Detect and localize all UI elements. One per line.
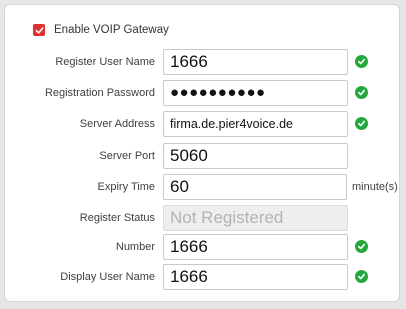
expiry-time-unit: minute(s) bbox=[352, 181, 398, 193]
register-user-name-input[interactable]: 1666 bbox=[163, 49, 348, 75]
register-user-name-label: Register User Name bbox=[55, 56, 155, 68]
server-address-label: Server Address bbox=[79, 118, 155, 130]
register-status-field: Not Registered bbox=[163, 205, 348, 231]
server-port-input[interactable]: 5060 bbox=[163, 143, 348, 169]
expiry-time-row: Expiry Time 60 minute(s) bbox=[5, 174, 401, 200]
server-port-label: Server Port bbox=[99, 150, 155, 162]
display-user-name-row: Display User Name 1666 bbox=[5, 264, 401, 290]
expiry-time-label: Expiry Time bbox=[97, 181, 155, 193]
enable-voip-label: Enable VOIP Gateway bbox=[54, 24, 169, 36]
server-port-row: Server Port 5060 bbox=[5, 143, 401, 169]
enable-voip-row[interactable]: Enable VOIP Gateway bbox=[33, 24, 169, 36]
display-user-name-input[interactable]: 1666 bbox=[163, 264, 348, 290]
number-input[interactable]: 1666 bbox=[163, 234, 348, 260]
registration-password-input[interactable]: ●●●●●●●●●● bbox=[163, 80, 348, 106]
registration-password-label: Registration Password bbox=[44, 87, 155, 99]
display-user-name-label: Display User Name bbox=[60, 271, 155, 283]
server-address-row: Server Address firma.de.pier4voice.de bbox=[5, 111, 401, 137]
register-user-name-row: Register User Name 1666 bbox=[5, 49, 401, 75]
number-label: Number bbox=[115, 241, 155, 253]
registration-password-row: Registration Password ●●●●●●●●●● bbox=[5, 80, 401, 106]
number-row: Number 1666 bbox=[5, 234, 401, 260]
enable-voip-checkbox[interactable] bbox=[33, 24, 45, 36]
register-status-row: Register Status Not Registered bbox=[5, 205, 401, 231]
checkmark-icon bbox=[35, 26, 43, 34]
expiry-time-input[interactable]: 60 bbox=[163, 174, 347, 200]
check-circle-icon bbox=[355, 86, 368, 99]
check-circle-icon bbox=[355, 55, 368, 68]
check-circle-icon bbox=[355, 240, 368, 253]
server-address-input[interactable]: firma.de.pier4voice.de bbox=[163, 111, 348, 137]
register-status-label: Register Status bbox=[79, 212, 155, 224]
check-circle-icon bbox=[355, 270, 368, 283]
voip-gateway-panel: Enable VOIP Gateway Register User Name 1… bbox=[4, 4, 400, 302]
check-circle-icon bbox=[355, 117, 368, 130]
